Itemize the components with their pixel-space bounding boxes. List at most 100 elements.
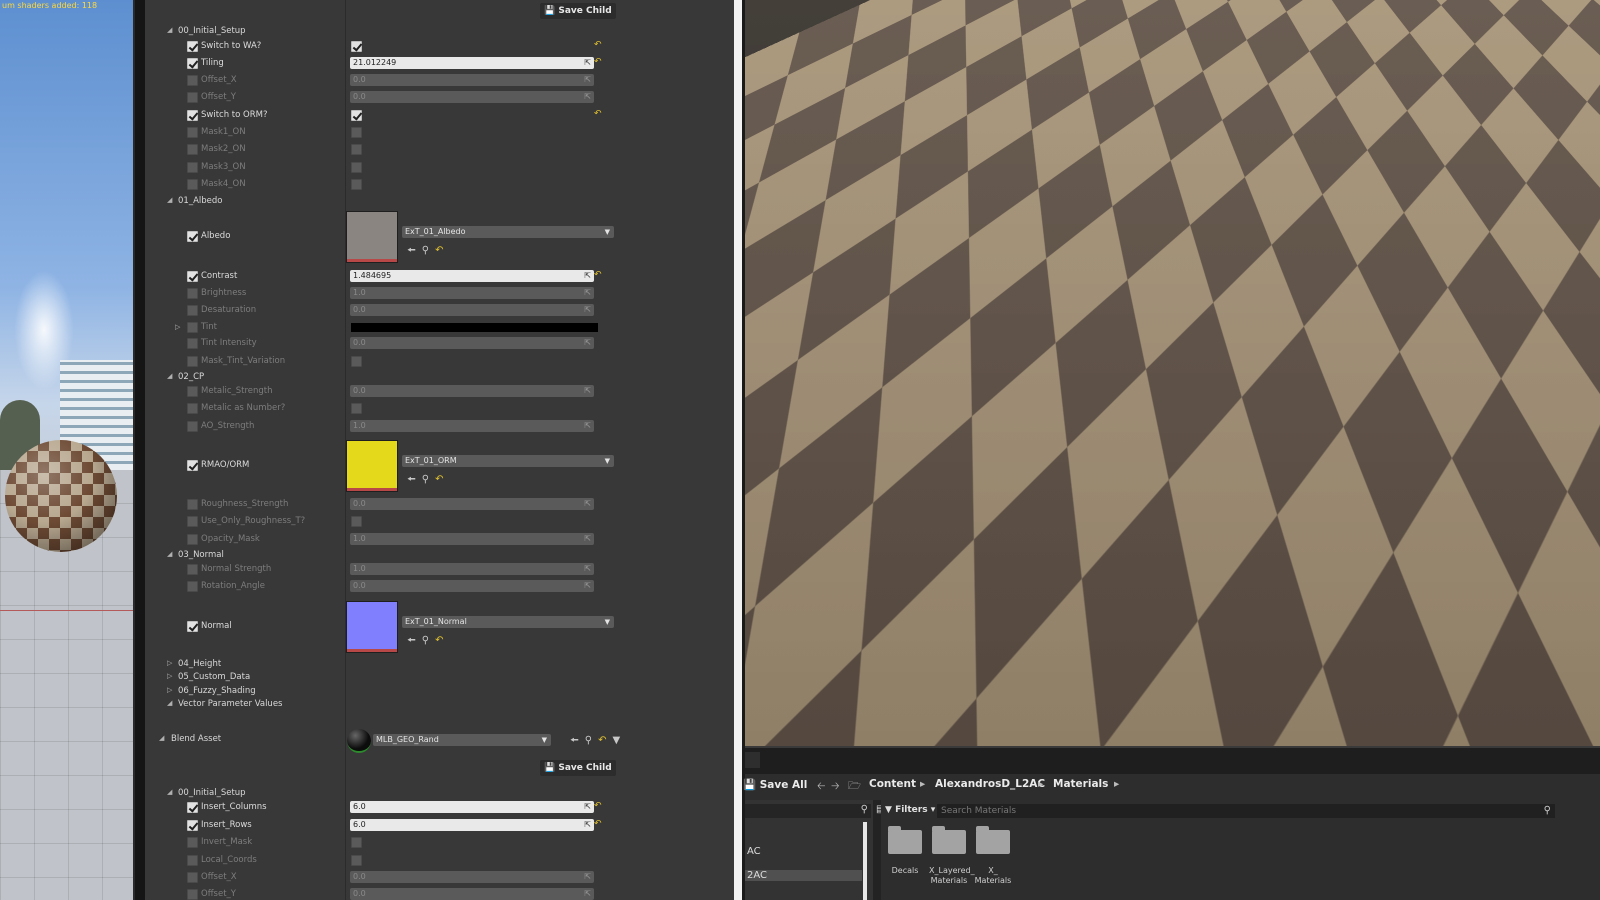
folder-decals[interactable]: Decals xyxy=(885,826,925,900)
roughness-strength-input[interactable]: 0.0 ⇱ xyxy=(350,498,594,510)
override-checkbox[interactable] xyxy=(187,802,198,813)
breadcrumb-separator-icon[interactable]: ▸ xyxy=(1038,778,1043,790)
reset-arrow-icon[interactable]: ↶ xyxy=(435,635,443,646)
desaturation-input[interactable]: 0.0 ⇱ xyxy=(350,304,594,316)
collapse-arrow-icon[interactable]: ◢ xyxy=(167,788,172,796)
override-checkbox[interactable] xyxy=(187,288,198,299)
ao-strength-input[interactable]: 1.0 ⇱ xyxy=(350,420,594,432)
orm-texture-dropdown[interactable]: ExT_01_ORM ▼ xyxy=(402,455,614,467)
override-checkbox[interactable] xyxy=(187,403,198,414)
group-albedo[interactable]: ◢ 01_Albedo xyxy=(145,194,735,211)
override-checkbox[interactable] xyxy=(187,872,198,883)
collapse-arrow-icon[interactable]: ◢ xyxy=(167,372,172,380)
group-vector-parameter-values[interactable]: ◢ Vector Parameter Values xyxy=(145,697,735,714)
blend-offset-x-input[interactable]: 0.0 ⇱ xyxy=(350,871,594,883)
value-checkbox[interactable] xyxy=(351,837,362,848)
use-selected-arrow-icon[interactable]: 🠘 xyxy=(407,472,416,489)
override-checkbox[interactable] xyxy=(187,127,198,138)
filters-button[interactable]: ▼ Filters ▾ xyxy=(885,805,935,815)
breadcrumb-content[interactable]: Content xyxy=(869,778,916,790)
reset-arrow-icon[interactable]: ↶ xyxy=(594,40,602,50)
value-checkbox[interactable] xyxy=(351,162,362,173)
filter-icon[interactable]: ▼ xyxy=(612,735,620,746)
save-all-button[interactable]: 💾 Save All xyxy=(743,778,807,791)
override-checkbox[interactable] xyxy=(187,75,198,86)
browse-search-icon[interactable]: ⚲ xyxy=(422,474,429,485)
value-checkbox[interactable] xyxy=(351,356,362,367)
override-checkbox[interactable] xyxy=(187,499,198,510)
reset-arrow-icon[interactable]: ↶ xyxy=(594,801,602,811)
reset-arrow-icon[interactable]: ↶ xyxy=(435,245,443,256)
search-materials-input[interactable]: Search Materials ⚲ xyxy=(937,804,1555,818)
browse-search-icon[interactable]: ⚲ xyxy=(422,245,429,256)
override-checkbox[interactable] xyxy=(187,305,198,316)
metalic-strength-input[interactable]: 0.0 ⇱ xyxy=(350,385,594,397)
use-selected-arrow-icon[interactable]: 🠘 xyxy=(407,243,416,260)
folder-x-layered-materials[interactable]: X_Layered_ Materials xyxy=(929,826,975,900)
override-checkbox[interactable] xyxy=(187,837,198,848)
override-checkbox[interactable] xyxy=(187,855,198,866)
override-checkbox[interactable] xyxy=(187,271,198,282)
override-checkbox[interactable] xyxy=(187,338,198,349)
expand-arrow-icon[interactable]: ▷ xyxy=(167,659,172,667)
normal-strength-input[interactable]: 1.0 ⇱ xyxy=(350,563,594,575)
orm-texture-thumbnail[interactable] xyxy=(346,440,398,492)
collapse-arrow-icon[interactable]: ◢ xyxy=(167,699,172,707)
insert-columns-input[interactable]: 6.0 ⇱ xyxy=(350,801,594,813)
value-checkbox[interactable] xyxy=(351,41,362,52)
opacity-mask-input[interactable]: 1.0 ⇱ xyxy=(350,533,594,545)
collapse-arrow-icon[interactable]: ◢ xyxy=(167,550,172,558)
override-checkbox[interactable] xyxy=(187,534,198,545)
override-checkbox[interactable] xyxy=(187,92,198,103)
use-selected-arrow-icon[interactable]: 🠘 xyxy=(570,733,579,750)
reset-arrow-icon[interactable]: ↶ xyxy=(594,819,602,829)
normal-texture-thumbnail[interactable] xyxy=(346,601,398,653)
contrast-input[interactable]: 1.484695 ⇱ xyxy=(350,270,594,282)
override-checkbox[interactable] xyxy=(187,516,198,527)
breadcrumb-project[interactable]: AlexandrosD_L2AC xyxy=(935,778,1045,790)
tiling-input[interactable]: 21.012249 ⇱ xyxy=(350,57,594,69)
albedo-texture-thumbnail[interactable] xyxy=(346,211,398,263)
value-checkbox[interactable] xyxy=(351,855,362,866)
reset-arrow-icon[interactable]: ↶ xyxy=(598,735,606,746)
override-checkbox[interactable] xyxy=(187,41,198,52)
value-checkbox[interactable] xyxy=(351,179,362,190)
insert-rows-input[interactable]: 6.0 ⇱ xyxy=(350,819,594,831)
use-selected-arrow-icon[interactable]: 🠘 xyxy=(407,633,416,650)
reset-arrow-icon[interactable]: ↶ xyxy=(594,57,602,67)
override-checkbox[interactable] xyxy=(187,820,198,831)
brightness-input[interactable]: 1.0 ⇱ xyxy=(350,287,594,299)
panel-splitter[interactable] xyxy=(133,0,145,900)
reset-arrow-icon[interactable]: ↶ xyxy=(435,474,443,485)
tint-color-swatch[interactable] xyxy=(351,323,598,332)
override-checkbox[interactable] xyxy=(187,322,198,333)
value-checkbox[interactable] xyxy=(351,144,362,155)
folder-icon[interactable]: 🗁 xyxy=(848,778,861,796)
viewport-splitter[interactable] xyxy=(734,0,745,900)
collapse-arrow-icon[interactable]: ◢ xyxy=(159,734,164,742)
override-checkbox[interactable] xyxy=(187,889,198,900)
albedo-texture-dropdown[interactable]: ExT_01_Albedo ▼ xyxy=(402,226,614,238)
viewport-tab[interactable] xyxy=(745,752,760,768)
reset-arrow-icon[interactable]: ↶ xyxy=(594,109,602,119)
override-checkbox[interactable] xyxy=(187,58,198,69)
override-checkbox[interactable] xyxy=(187,179,198,190)
normal-texture-dropdown[interactable]: ExT_01_Normal ▼ xyxy=(402,616,614,628)
main-viewport[interactable] xyxy=(745,0,1600,746)
override-checkbox[interactable] xyxy=(187,144,198,155)
blend-asset-thumbnail[interactable] xyxy=(347,729,371,753)
offset-y-input[interactable]: 0.0 ⇱ xyxy=(350,91,594,103)
blend-offset-y-input[interactable]: 0.0 ⇱ xyxy=(350,888,594,900)
override-checkbox[interactable] xyxy=(187,581,198,592)
override-checkbox[interactable] xyxy=(187,564,198,575)
expand-arrow-icon[interactable]: ▷ xyxy=(167,686,172,694)
rotation-angle-input[interactable]: 0.0 ⇱ xyxy=(350,580,594,592)
preview-sphere[interactable] xyxy=(5,440,117,552)
value-checkbox[interactable] xyxy=(351,403,362,414)
value-checkbox[interactable] xyxy=(351,110,362,121)
collapse-arrow-icon[interactable]: ◢ xyxy=(167,196,172,204)
override-checkbox[interactable] xyxy=(187,110,198,121)
override-checkbox[interactable] xyxy=(187,231,198,242)
collapse-arrow-icon[interactable]: ◢ xyxy=(167,26,172,34)
override-checkbox[interactable] xyxy=(187,356,198,367)
